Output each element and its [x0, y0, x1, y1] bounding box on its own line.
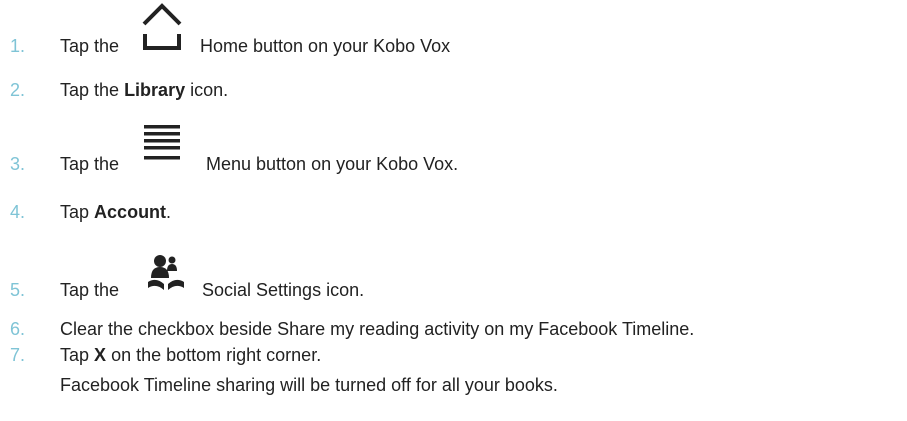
step-text-post: .	[166, 202, 172, 222]
step-text-bold: Account	[94, 202, 167, 222]
step-text: Tap the Library icon.	[60, 80, 228, 101]
step-text-bold: X	[94, 345, 107, 365]
step-number: 6.	[10, 319, 26, 339]
step-4: 4. Tap Account.	[0, 202, 907, 232]
step-text-post: Menu button on your Kobo Vox.	[206, 154, 459, 174]
step-number: 2.	[10, 80, 26, 100]
step-text: Tap Account.	[60, 202, 171, 223]
step-7: 7. Tap X on the bottom right corner.	[0, 345, 907, 375]
step-text-pre: Tap	[60, 202, 90, 222]
home-icon	[142, 3, 182, 50]
result-note: Facebook Timeline sharing will be turned…	[60, 375, 558, 395]
social-settings-icon	[148, 255, 184, 290]
step-number: 3.	[10, 154, 26, 174]
step-text: Tap the	[60, 280, 119, 301]
step-text: Tap the	[60, 36, 119, 57]
step-text-pre: Tap the	[60, 36, 120, 56]
step-number: 4.	[10, 202, 26, 222]
step-number: 7.	[10, 345, 26, 365]
menu-icon	[144, 125, 180, 160]
step-text: Tap X on the bottom right corner.	[60, 345, 321, 366]
step-text-post: Social Settings icon.	[202, 280, 365, 300]
step-number: 5.	[10, 280, 26, 300]
step-text-post: icon.	[190, 80, 229, 100]
step-2: 2. Tap the Library icon.	[0, 80, 907, 110]
step-text-pre: Tap	[60, 345, 90, 365]
step-text-pre: Tap the	[60, 280, 120, 300]
step-number: 1.	[10, 36, 26, 56]
step-text-bold: Library	[124, 80, 186, 100]
step-text: Tap the	[60, 154, 119, 175]
step-text-post: on the bottom right corner.	[111, 345, 322, 365]
step-5: 5. Tap the Social Settings icon.	[0, 240, 907, 310]
step-1: 1. Tap the Home button on your Kobo Vox	[0, 0, 907, 70]
step-text: Clear the checkbox beside Share my readi…	[60, 319, 695, 339]
step-text-post: Home button on your Kobo Vox	[200, 36, 451, 56]
step-3: 3. Tap the Menu button on your Kobo Vox.	[0, 110, 907, 190]
step-text-pre: Tap the	[60, 80, 120, 100]
step-text-pre: Tap the	[60, 154, 120, 174]
